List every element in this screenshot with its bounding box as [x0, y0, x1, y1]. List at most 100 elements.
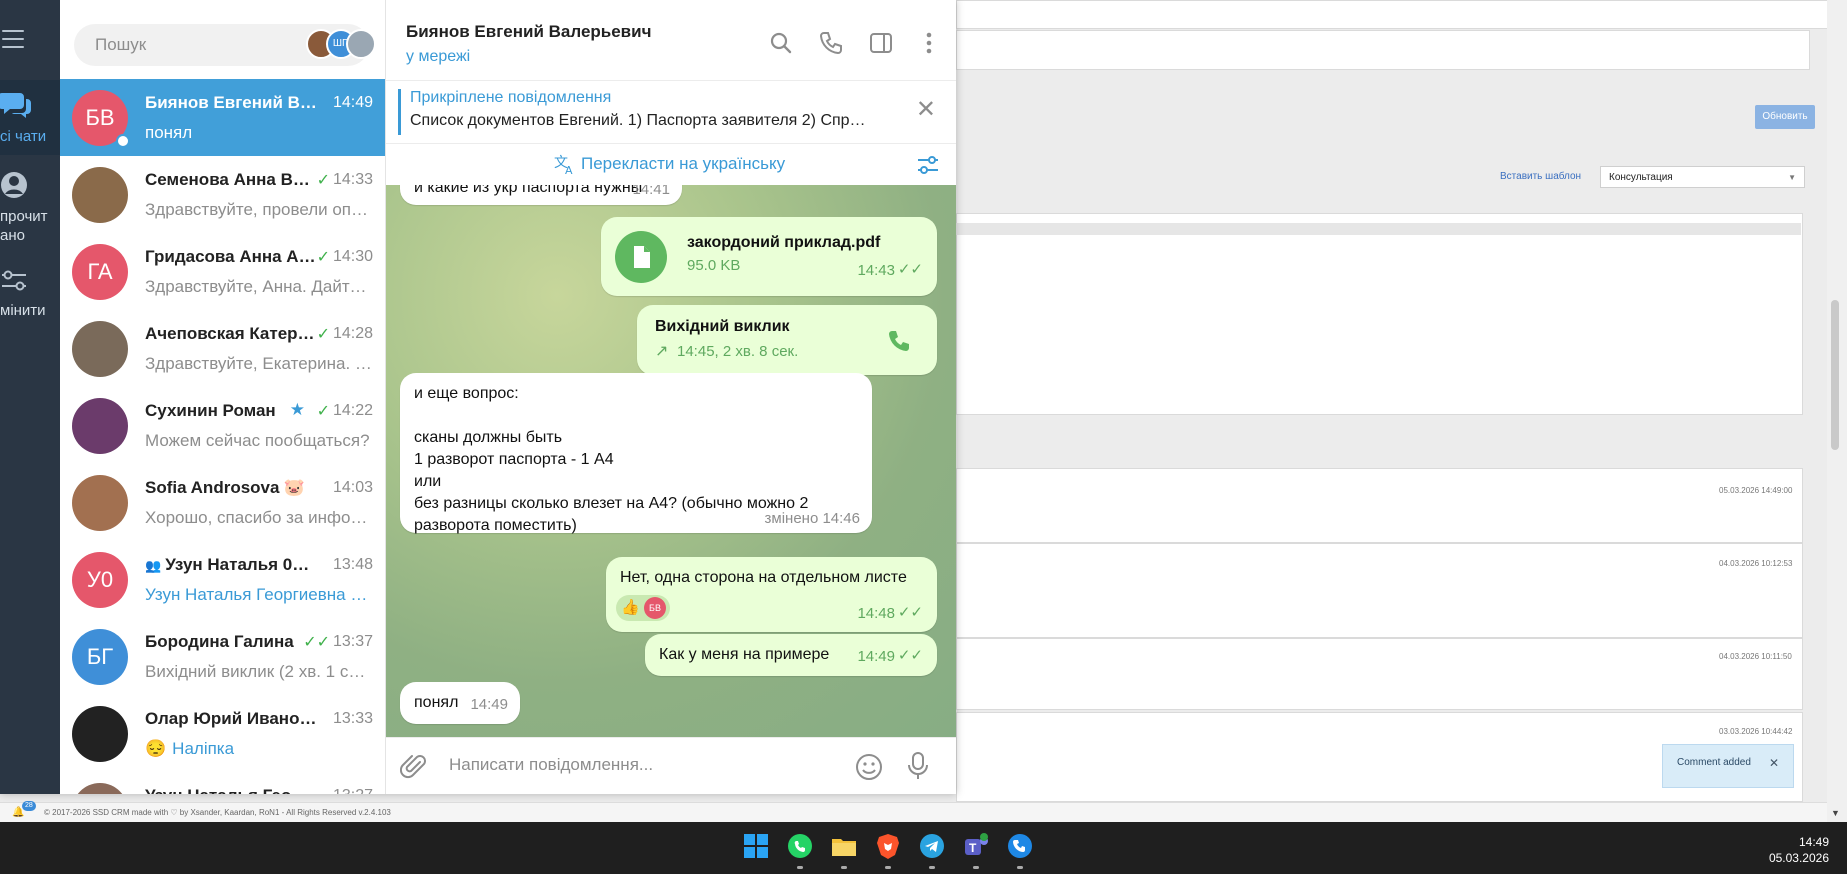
phone-icon[interactable] — [886, 328, 912, 354]
message-input[interactable]: Написати повідомлення... — [449, 755, 653, 775]
crm-top-panel — [956, 0, 1829, 29]
scroll-down-arrow-icon[interactable]: ▼ — [1831, 808, 1840, 818]
chat-name-text: Ачеповская Катерина — [145, 324, 317, 343]
read-receipt-icon: ✓ — [316, 403, 330, 420]
translate-settings-icon[interactable] — [916, 154, 940, 176]
search-input[interactable]: Пошук ШП — [74, 24, 376, 66]
chat-list-item[interactable]: Сухинин Роман ★ ✓ 14:22 Можем сейчас пообщат… — [60, 387, 385, 464]
read-receipt-icon: ✓✓ — [303, 634, 330, 651]
translate-icon: 文 A — [554, 155, 573, 175]
crm-comment-2 — [956, 543, 1803, 638]
chat-name: Ачеповская Катерина — [145, 324, 317, 344]
chat-name: Узун Наталья Георгиевна — [145, 786, 317, 794]
chat-list-item[interactable]: У0 👥 Узун Наталья 09.03 13:48 Узун Наталья Г… — [60, 541, 385, 618]
windows-taskbar: T 14:49 05.03.2026 — [0, 822, 1847, 874]
folder-edit[interactable]: мінити — [0, 262, 60, 322]
sliders-icon — [2, 270, 26, 291]
file-explorer-icon[interactable] — [830, 832, 858, 860]
file-message[interactable]: закордоний приклад.pdf 95.0 KB 14:43 ✓✓ — [601, 217, 937, 296]
document-icon[interactable] — [615, 231, 667, 283]
folder-unread-label-1: прочит — [0, 208, 48, 225]
story-avatar[interactable] — [346, 29, 376, 59]
close-icon[interactable]: ✕ — [916, 95, 936, 124]
message-incoming[interactable]: и какие из укр паспорта нужны 14:41 — [400, 185, 682, 205]
message-text-line: сканы должны быть — [414, 429, 563, 446]
message-history[interactable]: и какие из укр паспорта нужны 14:41 зако… — [386, 185, 956, 737]
svg-text:T: T — [969, 841, 977, 855]
message-incoming[interactable]: и еще вопрос: сканы должны быть 1 развор… — [400, 373, 872, 534]
teams-icon[interactable]: T — [962, 832, 990, 860]
system-clock[interactable]: 14:49 05.03.2026 — [1769, 834, 1829, 866]
footer-copyright: © 2017-2026 SSD CRM made with ♡ by Xsand… — [44, 808, 391, 817]
chat-list-item[interactable]: БГ Бородина Галина ✓✓ 13:37 Вихідний виклик … — [60, 618, 385, 695]
star-icon: ★ — [289, 400, 305, 419]
template-select[interactable]: Консультация ▼ — [1600, 166, 1805, 188]
phone-call-icon[interactable] — [818, 30, 844, 56]
chat-list-item[interactable]: Олар Юрий Иванович 13:33 😔 Наліпка — [60, 695, 385, 772]
message-outgoing[interactable]: Как у меня на примере 14:49 ✓✓ — [645, 634, 937, 676]
read-receipt-icon: ✓ — [316, 172, 330, 189]
template-select-value: Консультация — [1609, 172, 1673, 183]
attach-icon[interactable] — [400, 753, 428, 781]
insert-template-link[interactable]: Вставить шаблон — [1500, 171, 1581, 182]
message-text-line: 1 разворот паспорта - 1 А4 — [414, 451, 614, 468]
emoji-icon[interactable] — [854, 752, 884, 782]
sidebar-toggle-icon[interactable] — [868, 30, 894, 56]
chat-list-item[interactable]: БВБиянов Евгений Валерьевич14:49понял — [60, 79, 385, 156]
call-message[interactable]: Вихідний виклик ↗ 14:45, 2 хв. 8 сек. — [637, 305, 937, 375]
toast-close-icon[interactable]: ✕ — [1769, 756, 1779, 770]
avatar: У0 — [72, 552, 128, 608]
running-indicator — [797, 866, 803, 869]
contact-name[interactable]: Биянов Евгений Валерьевич — [406, 22, 651, 42]
read-receipt-icon: ✓✓ — [897, 604, 923, 621]
group-icon: 👥 — [145, 558, 162, 573]
telegram-icon[interactable] — [918, 832, 946, 860]
chat-name-text: Бородина Галина — [145, 632, 294, 651]
chat-name: Семенова Анна Владимировна — [145, 170, 317, 190]
microphone-icon[interactable] — [906, 751, 930, 781]
chat-time: 13:33 — [332, 710, 373, 727]
file-size: 95.0 KB — [687, 257, 741, 274]
message-composer: Написати повідомлення... — [386, 737, 956, 794]
chat-list-item[interactable]: Семенова Анна Владимировна✓14:33 Здравств… — [60, 156, 385, 233]
chat-preview-text: Вихідний виклик (2 хв. 1 сек.) — [145, 662, 373, 681]
chat-list-item[interactable]: Sofia Androsova 🐷 14:03 Хорошо, спасибо за … — [60, 464, 385, 541]
phone-app-icon[interactable] — [1006, 832, 1034, 860]
folder-all-chats[interactable]: сі чати — [0, 80, 60, 155]
windows-start-icon[interactable] — [742, 832, 770, 860]
chat-preview-text: Здравствуйте, Анна. Дайте знать — [145, 277, 373, 296]
brave-icon[interactable] — [874, 832, 902, 860]
sticker-emoji-icon: 😔 — [145, 739, 167, 758]
message-time: 14:41 — [632, 185, 670, 198]
translate-bar[interactable]: 文 A Перекласти на українську — [386, 144, 956, 184]
search-icon[interactable] — [768, 30, 794, 56]
person-icon — [1, 172, 27, 198]
pinned-text: Список документов Евгений. 1) Паспорта з… — [410, 112, 866, 129]
whatsapp-icon[interactable] — [786, 832, 814, 860]
chat-preview-text: Наліпка — [172, 739, 235, 758]
reaction-chip[interactable]: 👍 БВ — [616, 595, 670, 621]
page-scrollbar[interactable]: ▼ — [1827, 0, 1847, 822]
avatar: ГА — [72, 244, 128, 300]
scrollbar-thumb[interactable] — [1831, 300, 1839, 450]
message-incoming[interactable]: понял 14:49 — [400, 682, 520, 724]
hamburger-menu-icon[interactable] — [0, 30, 28, 54]
update-button[interactable]: Обновить — [1755, 105, 1815, 129]
more-vertical-icon[interactable] — [916, 30, 942, 56]
chat-preview: Здравствуйте, провели оплату — [145, 200, 373, 220]
pinned-message-bar[interactable]: Прикріплене повідомлення Список документ… — [386, 81, 956, 144]
folder-unread[interactable]: прочит ано — [0, 165, 60, 245]
crm-panel — [956, 30, 1810, 70]
avatar — [72, 783, 128, 794]
online-indicator — [116, 134, 130, 148]
chat-preview-text: Хорошо, спасибо за информацию — [145, 508, 373, 527]
chat-list-item[interactable]: ГА Гридасова Анна Александровна✓14:30 Здра… — [60, 233, 385, 310]
chat-list-item[interactable]: Ачеповская Катерина ✓ 14:28 Здравствуйте, Е… — [60, 310, 385, 387]
search-placeholder: Пошук — [95, 35, 147, 54]
folder-unread-label-2: ано — [0, 227, 25, 244]
chat-time: 14:49 — [332, 94, 373, 111]
chat-name: Биянов Евгений Валерьевич — [145, 93, 317, 113]
chat-list-item[interactable]: Узун Наталья Георгиевна 13:27 — [60, 772, 385, 794]
message-outgoing[interactable]: Нет, одна сторона на отдельном листе 👍 Б… — [606, 557, 937, 632]
crm-comment-3 — [956, 638, 1803, 710]
